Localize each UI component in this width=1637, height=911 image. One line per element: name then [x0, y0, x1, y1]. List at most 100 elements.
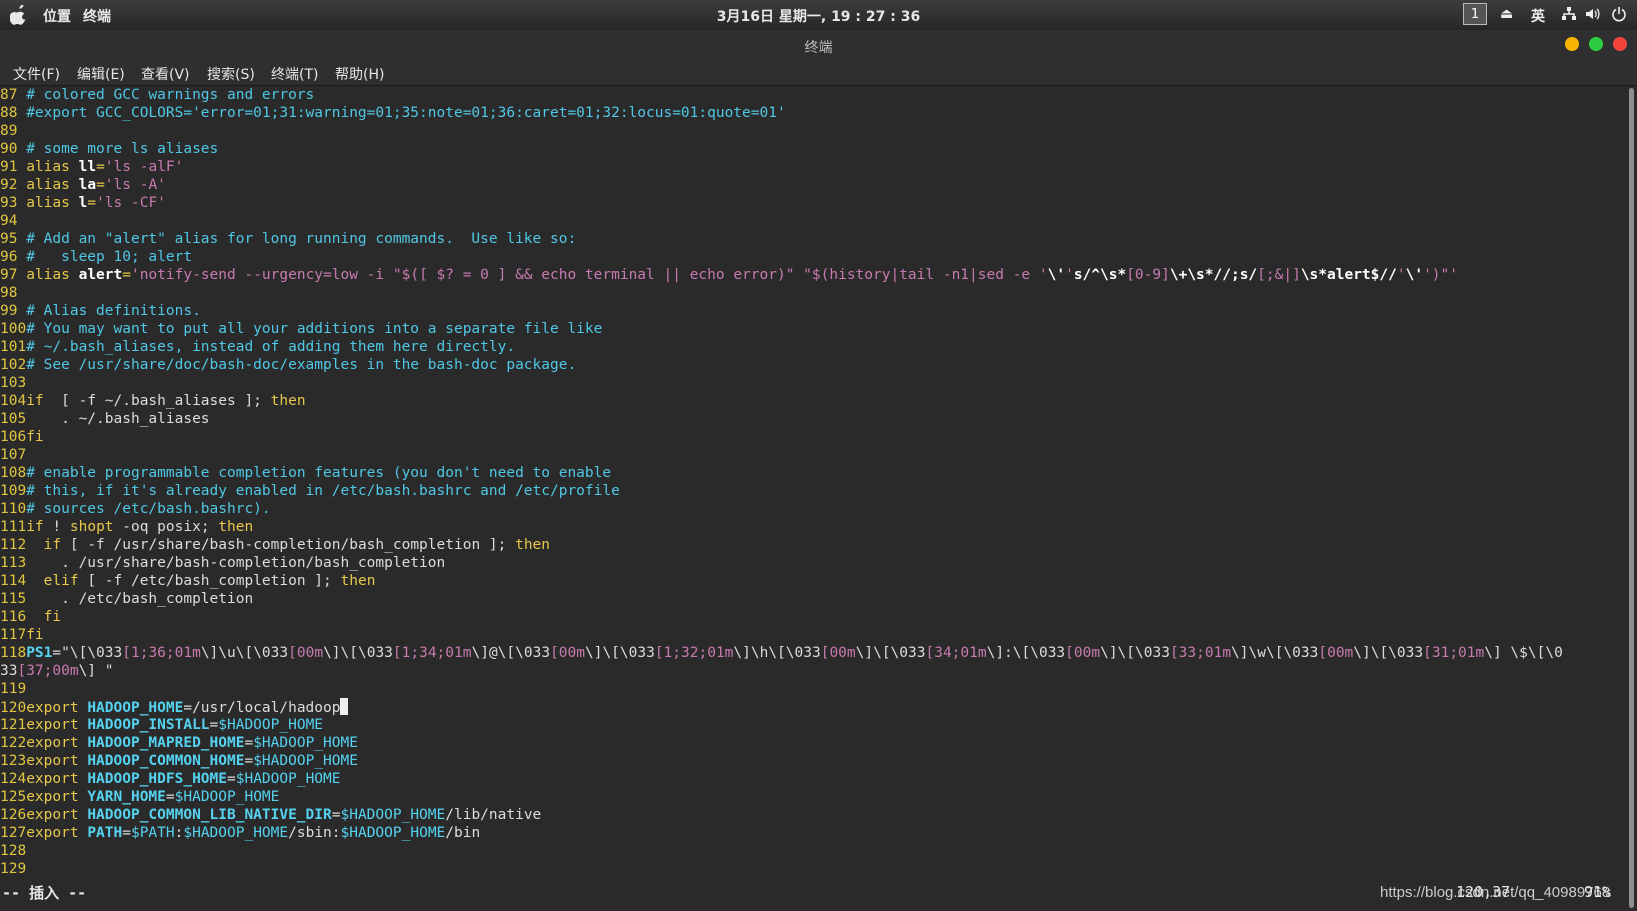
code-token: $HADOOP_HOME: [253, 735, 358, 751]
code-token: if: [26, 393, 44, 409]
code-token: HADOOP_HDFS_HOME: [87, 771, 227, 787]
code-line: 121export HADOOP_INSTALL=$HADOOP_HOME: [0, 716, 1563, 734]
line-number: 117: [0, 627, 27, 643]
code-token: # sources /etc/bash.bashrc).: [26, 501, 271, 517]
code-token: # ~/.bash_aliases, instead of adding the…: [26, 339, 516, 355]
code-token: =: [87, 195, 97, 211]
code-token: export: [26, 735, 88, 751]
code-line: 118PS1="\[\033[1;36;01m\]\u\[\033[00m\]\…: [0, 644, 1563, 662]
code-line: 123export HADOOP_COMMON_HOME=$HADOOP_HOM…: [0, 752, 1563, 770]
code-token: # enable programmable completion feature…: [26, 465, 612, 481]
code-token: . /usr/share/bash-completion/bash_comple…: [26, 555, 446, 571]
volume-icon[interactable]: [1585, 6, 1601, 26]
code-token: [1;34;01m: [392, 645, 472, 661]
code-token: $HADOOP_HOME: [340, 807, 446, 823]
code-token: # You may want to put all your additions…: [26, 321, 603, 337]
code-token: =: [209, 717, 219, 733]
menu-view[interactable]: 查看(V): [141, 64, 190, 84]
code-token: \]\[\033: [855, 645, 926, 661]
workspace-indicator[interactable]: 1: [1463, 3, 1487, 25]
network-icon[interactable]: [1561, 6, 1577, 26]
line-number: 126: [0, 807, 27, 823]
code-token: =: [244, 735, 254, 751]
line-number: 93: [0, 195, 27, 211]
code-token: 'notify-send --urgency=low -i "$([ $? = …: [130, 267, 1048, 283]
maximize-button[interactable]: [1589, 37, 1603, 51]
code-token: =: [96, 177, 105, 193]
menu-help[interactable]: 帮助(H): [335, 64, 384, 84]
code-line: 94: [0, 212, 1563, 230]
code-token: =/usr/local/hadoop: [183, 700, 341, 716]
line-number: 95: [0, 231, 27, 247]
line-number: 89: [0, 123, 27, 139]
line-number: 129: [0, 861, 27, 877]
code-line: 122export HADOOP_MAPRED_HOME=$HADOOP_HOM…: [0, 734, 1563, 752]
clock[interactable]: 3月16日 星期一, 19 : 27 : 36: [0, 6, 1637, 26]
code-token: alias: [26, 195, 79, 211]
line-number: 91: [0, 159, 27, 175]
code-line: 87 # colored GCC warnings and errors: [0, 86, 1563, 104]
code-token: shopt: [69, 519, 114, 535]
vim-mode: -- 插入 --: [2, 884, 87, 902]
code-token: $HADOOP_HOME: [253, 753, 358, 769]
terminal-view[interactable]: 87 # colored GCC warnings and errors 88 #…: [0, 86, 1626, 911]
code-token: . /etc/bash_completion: [26, 591, 254, 607]
apple-icon[interactable]: [10, 5, 28, 25]
code-token: $HADOOP_HOME: [218, 717, 324, 733]
code-token: [0-9]: [1126, 267, 1170, 283]
menu-file[interactable]: 文件(F): [13, 64, 60, 84]
code-token: [ -f /usr/share/bash-completion/bash_com…: [61, 537, 516, 553]
code-token: fi: [26, 429, 44, 445]
menu-search[interactable]: 搜索(S): [207, 64, 255, 84]
code-token: [34;01m: [925, 645, 987, 661]
scrollbar[interactable]: [1626, 86, 1637, 911]
code-token: export: [26, 789, 88, 805]
line-number: 112: [0, 537, 27, 553]
code-token: HADOOP_HOME: [87, 700, 184, 716]
places-menu[interactable]: 位置: [43, 6, 71, 26]
code-token: $HADOOP_HOME: [340, 825, 446, 841]
scrollbar-thumb[interactable]: [1629, 88, 1634, 908]
code-line: 127export PATH=$PATH:$HADOOP_HOME/sbin:$…: [0, 824, 1563, 842]
code-token: # Add an "alert" alias for long running …: [26, 231, 577, 247]
line-number: 123: [0, 753, 27, 769]
code-line: 126export HADOOP_COMMON_LIB_NATIVE_DIR=$…: [0, 806, 1563, 824]
code-line: 128: [0, 842, 1563, 860]
power-icon[interactable]: [1611, 6, 1627, 26]
line-number: 104: [0, 393, 27, 409]
line-number: 88: [0, 105, 27, 121]
code-token: YARN_HOME: [87, 789, 166, 805]
minimize-button[interactable]: [1565, 37, 1579, 51]
menu-edit[interactable]: 编辑(E): [77, 64, 125, 84]
code-token: ="\[\033: [52, 645, 123, 661]
code-line: 92 alias la='ls -A': [0, 176, 1563, 194]
code-token: \+\s*//;s/: [1169, 267, 1258, 283]
code-token: [31;01m: [1423, 645, 1485, 661]
line-number: 103: [0, 375, 27, 391]
code-token: \s*alert$//: [1300, 267, 1397, 283]
code-line: 115 . /etc/bash_completion: [0, 590, 1563, 608]
code-token: export: [26, 753, 88, 769]
code-token: [00m: [1065, 645, 1101, 661]
code-token: 'ls -A': [104, 177, 166, 193]
code-token: ll: [78, 159, 97, 175]
code-token: export: [26, 700, 88, 716]
line-number: 109: [0, 483, 27, 499]
line-number: 125: [0, 789, 27, 805]
code-token: la: [78, 177, 97, 193]
eject-icon[interactable]: ⏏: [1500, 6, 1513, 22]
window-titlebar[interactable]: 终端: [0, 30, 1637, 61]
code-token: # sleep 10; alert: [26, 249, 193, 265]
close-button[interactable]: [1613, 37, 1627, 51]
app-menu[interactable]: 终端: [83, 6, 111, 26]
code-line: 99 # Alias definitions.: [0, 302, 1563, 320]
code-token: [;&|]: [1257, 267, 1301, 283]
text-cursor: [340, 698, 349, 715]
code-line: 114 elif [ -f /etc/bash_completion ]; th…: [0, 572, 1563, 590]
code-token: alias: [26, 267, 79, 283]
input-method-indicator[interactable]: 英: [1531, 6, 1545, 26]
code-token: #export GCC_COLORS='error=01;31:warning=…: [26, 105, 786, 121]
menu-terminal[interactable]: 终端(T): [271, 64, 318, 84]
code-token: $HADOOP_HOME: [183, 825, 289, 841]
